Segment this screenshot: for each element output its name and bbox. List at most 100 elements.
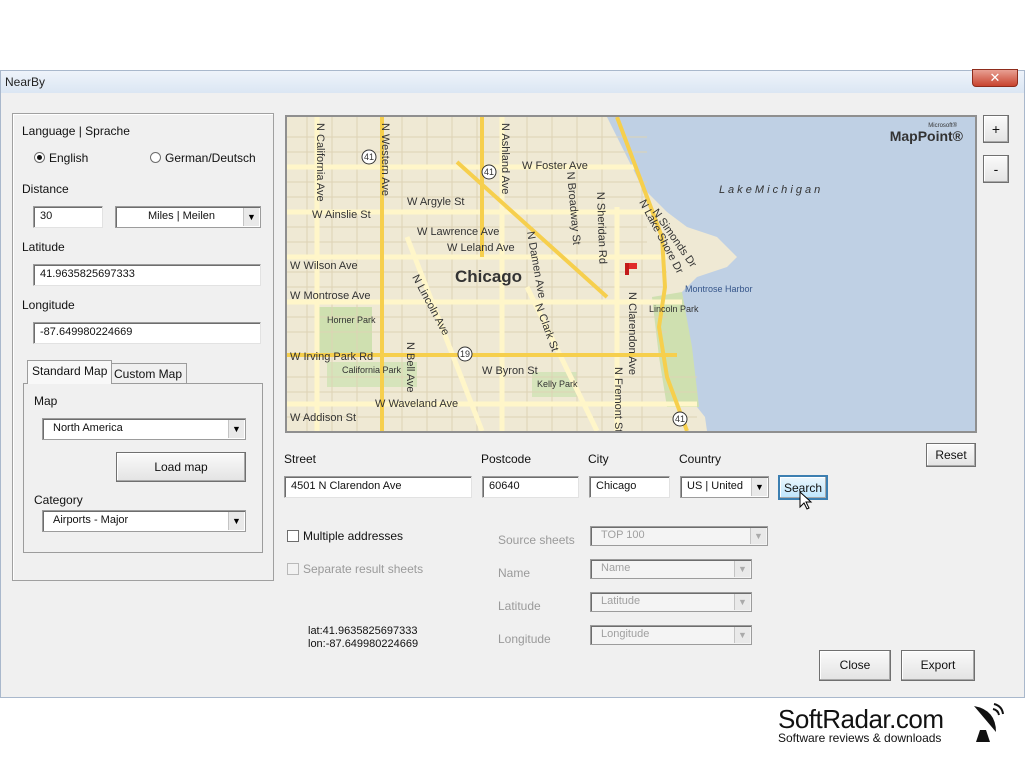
street-label: Street [284, 452, 317, 466]
category-select-value: Airports - Major [53, 514, 129, 526]
latitude-label: Latitude [22, 240, 65, 254]
latitude-input[interactable]: 41.9635825697333 [33, 264, 261, 286]
tab-standard-map[interactable]: Standard Map [27, 360, 113, 384]
street-label: N Western Ave [379, 123, 391, 196]
street-label: W Wilson Ave [290, 260, 358, 272]
street-label: N Clarendon Ave [626, 292, 638, 375]
chevron-down-icon[interactable]: ▼ [734, 594, 750, 610]
nearby-dialog: NearBy ✕ Language | Sprache English Germ… [0, 69, 1025, 698]
country-select-value: US | United [687, 480, 744, 492]
street-label: W Lawrence Ave [417, 226, 499, 238]
map-label: Map [34, 394, 58, 408]
close-window-icon[interactable]: ✕ [972, 69, 1018, 87]
street-label: W Waveland Ave [375, 398, 458, 410]
postcode-label: Postcode [481, 452, 532, 466]
english-radio[interactable] [34, 152, 45, 163]
result-latitude: lat:41.9635825697333 [308, 625, 418, 637]
distance-unit-select[interactable]: Miles | Meilen ▼ [115, 206, 261, 228]
zoom-in-button[interactable]: + [983, 115, 1009, 143]
chevron-down-icon[interactable]: ▼ [750, 528, 766, 544]
country-label: Country [679, 452, 722, 466]
lake-map-label: L a k e M i c h i g a n [719, 184, 820, 196]
map-select-value: North America [53, 422, 123, 434]
shield-41-b: 41 [484, 167, 494, 177]
category-select[interactable]: Airports - Major ▼ [42, 510, 246, 532]
street-input[interactable]: 4501 N Clarendon Ave [284, 476, 472, 498]
street-label: W Ainslie St [312, 209, 371, 221]
satellite-dish-icon [974, 703, 1004, 742]
map-view[interactable]: 41 41 19 41 N California Ave N Western A… [285, 115, 977, 433]
language-label: Language | Sprache [22, 124, 130, 138]
chevron-down-icon[interactable]: ▼ [734, 561, 750, 577]
street-label: W Leland Ave [447, 242, 515, 254]
reset-button[interactable]: Reset [926, 443, 976, 467]
latitude-column-select[interactable]: Latitude ▼ [590, 592, 752, 612]
chevron-down-icon[interactable]: ▼ [228, 512, 244, 530]
park-label: Montrose Harbor [685, 284, 753, 294]
city-label: City [588, 452, 609, 466]
chevron-down-icon[interactable]: ▼ [734, 627, 750, 643]
export-button[interactable]: Export [901, 650, 975, 681]
softradar-tagline: Software reviews & downloads [778, 731, 942, 745]
category-label: Category [34, 493, 83, 507]
result-longitude: lon:-87.649980224669 [308, 638, 419, 650]
longitude-column-select[interactable]: Longitude ▼ [590, 625, 752, 645]
park-label: Horner Park [327, 315, 376, 325]
distance-label: Distance [22, 182, 69, 196]
park-label: Lincoln Park [649, 304, 699, 314]
tab-custom-map[interactable]: Custom Map [109, 363, 188, 385]
shield-19: 19 [460, 349, 470, 359]
name-select[interactable]: Name ▼ [590, 559, 752, 579]
latitude-column-label: Latitude [498, 599, 541, 613]
street-label: W Montrose Ave [290, 290, 371, 302]
chevron-down-icon[interactable]: ▼ [751, 478, 767, 496]
longitude-label: Longitude [22, 298, 75, 312]
longitude-column-value: Longitude [601, 628, 650, 640]
name-label: Name [498, 566, 531, 580]
chevron-down-icon[interactable]: ▼ [243, 208, 259, 226]
source-sheets-select[interactable]: TOP 100 ▼ [590, 526, 768, 546]
multiple-addresses-checkbox[interactable] [287, 530, 299, 542]
map-select[interactable]: North America ▼ [42, 418, 246, 440]
street-label: W Argyle St [407, 196, 464, 208]
street-label: N Fremont St [612, 367, 624, 431]
shield-41-a: 41 [364, 152, 374, 162]
country-select[interactable]: US | United ▼ [680, 476, 769, 498]
street-label: N Bell Ave [404, 342, 416, 393]
street-label: W Irving Park Rd [290, 351, 373, 363]
window-title: NearBy [5, 75, 46, 89]
separate-sheets-checkbox[interactable] [287, 563, 299, 575]
tab-panel-standard-map: Map North America ▼ Load map Category Ai… [23, 383, 263, 553]
park-label: Kelly Park [537, 379, 578, 389]
mouse-cursor-icon [799, 491, 813, 510]
distance-unit-value: Miles | Meilen [148, 210, 216, 222]
city-input[interactable]: Chicago [589, 476, 670, 498]
distance-input[interactable]: 30 [33, 206, 103, 228]
city-map-label: Chicago [455, 267, 522, 286]
name-select-value: Name [601, 562, 631, 574]
close-button[interactable]: Close [819, 650, 891, 681]
settings-frame: Language | Sprache English German/Deutsc… [12, 113, 274, 581]
title-bar: NearBy ✕ [1, 69, 1024, 93]
street-label: W Foster Ave [522, 160, 588, 172]
german-radio[interactable] [150, 152, 161, 163]
german-radio-label[interactable]: German/Deutsch [165, 151, 256, 165]
multiple-addresses-label[interactable]: Multiple addresses [303, 529, 403, 543]
source-sheets-value: TOP 100 [601, 529, 645, 541]
zoom-out-button[interactable]: - [983, 155, 1009, 183]
street-label: N California Ave [314, 123, 326, 202]
english-radio-label[interactable]: English [49, 151, 88, 165]
separate-sheets-label: Separate result sheets [303, 562, 424, 576]
street-label: W Addison St [290, 412, 356, 424]
postcode-input[interactable]: 60640 [482, 476, 579, 498]
shield-41-c: 41 [675, 414, 685, 424]
street-label: W Byron St [482, 365, 538, 377]
source-sheets-label: Source sheets [498, 533, 575, 547]
street-label: N Sheridan Rd [594, 192, 609, 265]
load-map-button[interactable]: Load map [116, 452, 246, 482]
map-canvas: 41 41 19 41 N California Ave N Western A… [287, 117, 975, 431]
longitude-input[interactable]: -87.649980224669 [33, 322, 261, 344]
longitude-column-label: Longitude [498, 632, 551, 646]
street-label: N Ashland Ave [499, 123, 511, 194]
chevron-down-icon[interactable]: ▼ [228, 420, 244, 438]
